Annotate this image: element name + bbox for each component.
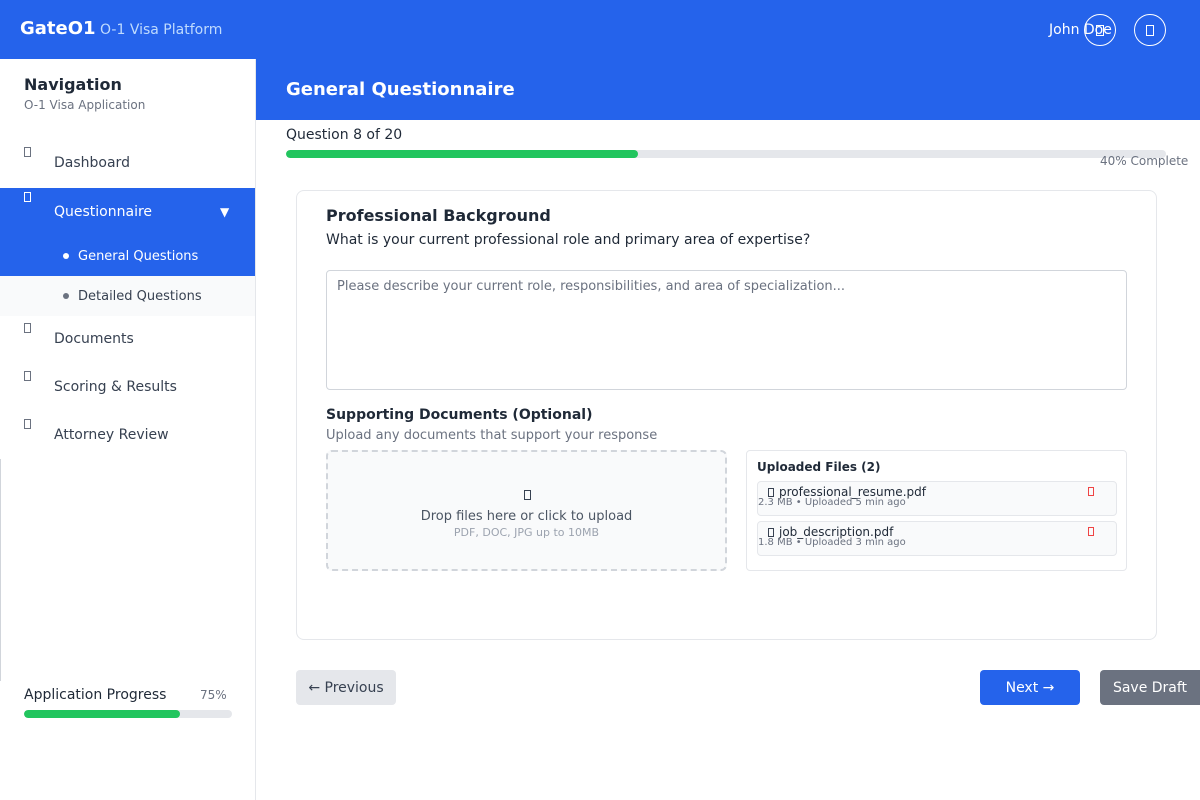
main-header: General Questionnaire xyxy=(256,59,1200,120)
sidebar-item-scoring[interactable]: Scoring & Results xyxy=(0,367,255,407)
file-meta: 1.8 MB • Uploaded 3 min ago xyxy=(758,537,906,548)
sidebar-item-documents[interactable]: Documents xyxy=(0,319,255,359)
uploaded-file-item[interactable]: professional_resume.pdf 2.3 MB • Uploade… xyxy=(757,481,1117,516)
page-title: General Questionnaire xyxy=(286,79,515,100)
application-progress-label: Application Progress xyxy=(24,687,167,703)
supporting-documents-subtitle: Upload any documents that support your r… xyxy=(326,428,658,443)
scoring-icon xyxy=(24,371,31,381)
answer-textarea[interactable] xyxy=(326,270,1127,390)
sidebar-item-label: Dashboard xyxy=(54,155,130,171)
save-draft-button[interactable]: Save Draft xyxy=(1100,670,1200,705)
sidebar-item-dashboard[interactable]: Dashboard xyxy=(0,143,255,183)
questionnaire-progress-label: 40% Complete xyxy=(1100,154,1189,168)
bell-glyph xyxy=(1096,24,1104,36)
sidebar: Navigation O-1 Visa Application Dashboar… xyxy=(0,59,256,800)
trash-icon[interactable] xyxy=(1088,487,1094,496)
sidebar-subtitle: O-1 Visa Application xyxy=(24,98,146,112)
user-glyph xyxy=(1146,24,1154,36)
file-dropzone[interactable]: Drop files here or click to upload PDF, … xyxy=(326,450,727,571)
documents-icon xyxy=(24,323,31,333)
top-bar: GateO1 O-1 Visa Platform John Doe xyxy=(0,0,1200,59)
bell-icon[interactable] xyxy=(1084,14,1116,46)
user-icon[interactable] xyxy=(1134,14,1166,46)
file-icon xyxy=(768,528,774,537)
chevron-down-icon[interactable]: ▼ xyxy=(220,205,229,219)
application-progress-percent: 75% xyxy=(200,688,227,702)
next-button[interactable]: Next → xyxy=(980,670,1080,705)
uploaded-files-panel: Uploaded Files (2) professional_resume.p… xyxy=(746,450,1127,571)
questionnaire-progress-fill xyxy=(286,150,638,158)
sidebar-item-attorney-review[interactable]: Attorney Review xyxy=(0,415,255,455)
sidebar-item-label: Documents xyxy=(54,331,134,347)
question-counter: Question 8 of 20 xyxy=(286,127,403,143)
previous-button[interactable]: ← Previous xyxy=(296,670,396,705)
upload-icon xyxy=(524,490,531,500)
attorney-icon xyxy=(24,419,31,429)
supporting-documents-title: Supporting Documents (Optional) xyxy=(326,407,593,423)
sidebar-subitem-detailed-questions[interactable]: Detailed Questions xyxy=(0,276,255,316)
sidebar-item-label: Questionnaire xyxy=(54,204,153,220)
trash-icon[interactable] xyxy=(1088,527,1094,536)
bullet-icon xyxy=(63,253,69,259)
file-icon xyxy=(768,488,774,497)
dropzone-hint: PDF, DOC, JPG up to 10MB xyxy=(453,526,600,539)
sidebar-subitem-label: Detailed Questions xyxy=(78,289,202,304)
uploaded-files-title: Uploaded Files (2) xyxy=(757,460,881,474)
uploaded-file-item[interactable]: job_description.pdf 1.8 MB • Uploaded 3 … xyxy=(757,521,1117,556)
sidebar-title: Navigation xyxy=(24,75,122,94)
dropzone-text: Drop files here or click to upload xyxy=(420,509,633,524)
brand-subtitle: O-1 Visa Platform xyxy=(100,22,223,38)
questionnaire-progress-bar xyxy=(286,150,1166,158)
questionnaire-icon xyxy=(24,192,31,202)
sidebar-item-questionnaire[interactable]: Questionnaire ▼ xyxy=(0,188,255,236)
application-progress-bar xyxy=(24,710,232,718)
sidebar-subitem-general-questions[interactable]: General Questions xyxy=(0,236,255,276)
bullet-icon xyxy=(63,293,69,299)
application-progress-fill xyxy=(24,710,180,718)
file-meta: 2.3 MB • Uploaded 5 min ago xyxy=(758,497,906,508)
sidebar-divider xyxy=(0,459,1,681)
dashboard-icon xyxy=(24,147,31,157)
question-text: What is your current professional role a… xyxy=(326,232,811,248)
brand-logo[interactable]: GateO1 xyxy=(20,18,96,39)
sidebar-item-label: Scoring & Results xyxy=(54,379,177,395)
sidebar-item-label: Attorney Review xyxy=(54,427,169,443)
section-title: Professional Background xyxy=(326,206,551,225)
sidebar-subitem-label: General Questions xyxy=(78,249,199,264)
